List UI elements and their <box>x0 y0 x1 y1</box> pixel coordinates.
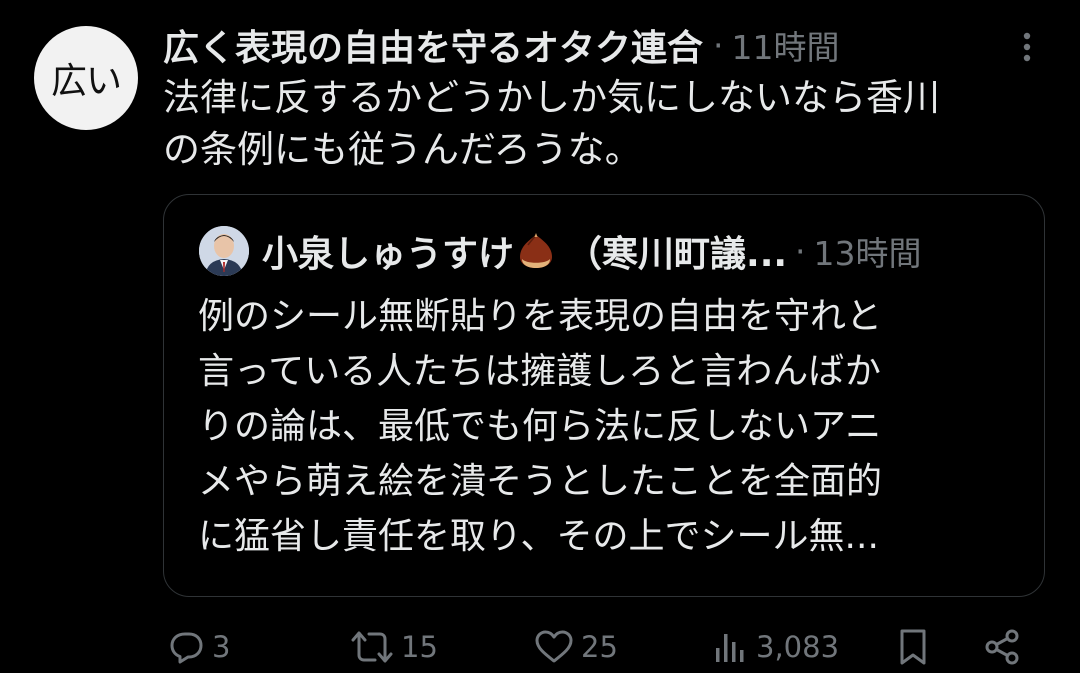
views-count: 3,083 <box>756 630 840 664</box>
tweet-text: 法律に反するかどうかしか気にしないなら香川 の条例にも従うんだろうな。 <box>163 76 940 171</box>
share-icon <box>982 627 1022 667</box>
quoted-timestamp[interactable]: 13時間 <box>814 227 922 275</box>
retweet-icon <box>349 628 395 666</box>
reply-button[interactable]: 3 <box>168 622 230 672</box>
avatar[interactable]: 広い <box>34 26 138 130</box>
tweet-header: 広く表現の自由を守るオタク連合 · 11時間 <box>163 18 840 72</box>
quoted-separator: · <box>795 231 806 271</box>
more-vertical-icon[interactable] <box>1012 28 1042 68</box>
quoted-author-name[interactable]: 小泉しゅうすけ <box>262 225 514 277</box>
separator: · <box>713 25 724 65</box>
bookmark-icon <box>895 627 931 667</box>
tweet[interactable]: 広い 広く表現の自由を守るオタク連合 · 11時間 法律に反するかどうかしか気に… <box>0 0 1080 673</box>
bookmark-button[interactable] <box>895 622 931 672</box>
action-bar: 3 15 25 3,083 <box>0 622 1080 672</box>
quoted-text: 例のシール無断貼りを表現の自由を守れと 言っている人たちは擁護しろと言わんばか … <box>198 296 883 557</box>
author-name[interactable]: 広く表現の自由を守るオタク連合 <box>163 19 703 71</box>
quoted-header: 小泉しゅうすけ （寒川町議... · 13時間 <box>262 223 922 279</box>
share-button[interactable] <box>982 622 1022 672</box>
timestamp[interactable]: 11時間 <box>732 21 840 69</box>
reply-icon <box>168 628 206 666</box>
retweet-count: 15 <box>401 630 438 664</box>
quoted-affiliation: （寒川町議... <box>566 234 788 275</box>
avatar-text: 広い <box>50 61 122 102</box>
heart-icon <box>533 628 575 666</box>
views-button[interactable]: 3,083 <box>712 622 839 672</box>
like-button[interactable]: 25 <box>533 622 618 672</box>
views-icon <box>712 628 750 666</box>
quoted-tweet[interactable]: 小泉しゅうすけ （寒川町議... · 13時間 例のシール無断貼りを表現の自由を… <box>163 194 1045 597</box>
chestnut-emoji <box>516 231 556 271</box>
retweet-button[interactable]: 15 <box>349 622 438 672</box>
like-count: 25 <box>581 630 618 664</box>
reply-count: 3 <box>212 630 231 664</box>
quoted-avatar[interactable] <box>199 226 249 276</box>
